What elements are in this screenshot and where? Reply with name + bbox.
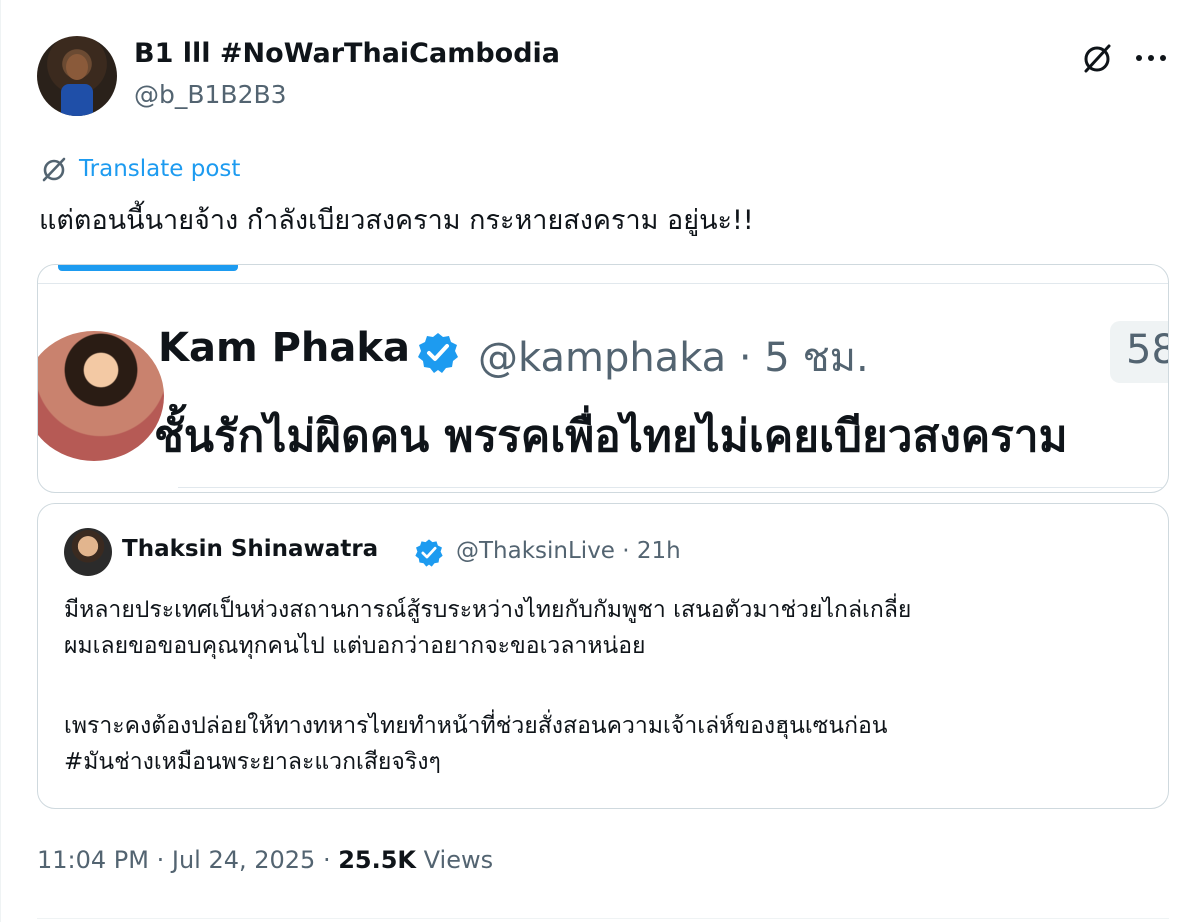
quote-text-line: เพราะคงต้องปล่อยให้ทางทหารไทยทำหน้าที่ช่… [64, 713, 888, 739]
translate-label: Translate post [79, 156, 241, 182]
author-handle[interactable]: @b_B1B2B3 [134, 80, 287, 109]
image-author-name: Kam Phaka [158, 325, 410, 371]
quoted-post[interactable]: Thaksin Shinawatra @ThaksinLive · 21h มี… [37, 503, 1169, 809]
attached-image[interactable]: Kam Phaka @kamphaka · 5 ชม. 58 ชั้นรักไม… [37, 264, 1169, 493]
author-name[interactable]: B1 lll #NoWarThaiCambodia [134, 38, 560, 69]
quote-hashtag[interactable]: #มันช่างเหมือนพระยาละแวกเสียจริงๆ [64, 744, 441, 780]
post-text: แต่ตอนนี้นายจ้าง กำลังเบียวสงคราม กระหาย… [39, 205, 754, 236]
verified-badge-icon [415, 539, 443, 567]
image-bottom-divider [178, 487, 1168, 488]
image-divider [38, 283, 1168, 284]
quote-text-line: ผมเลยขอขอบคุณทุกคนไป แต่บอกว่าอยากจะขอเว… [64, 633, 646, 659]
image-avatar [38, 331, 164, 461]
views-count[interactable]: 25.5K [338, 846, 416, 874]
more-icon[interactable] [1131, 40, 1171, 76]
views-label: Views [416, 846, 494, 874]
post-time[interactable]: 11:04 PM · Jul 24, 2025 · [37, 846, 338, 874]
avatar-shirt [61, 84, 93, 116]
translate-post[interactable]: Translate post [39, 152, 240, 186]
avatar-face [66, 54, 88, 80]
quote-author-name[interactable]: Thaksin Shinawatra [122, 536, 378, 562]
verified-badge-icon [418, 333, 458, 373]
image-count: 58 [1110, 321, 1168, 383]
post-meta: 11:04 PM · Jul 24, 2025 · 25.5K Views [37, 846, 493, 874]
translate-icon [42, 157, 66, 182]
quote-handle-time[interactable]: @ThaksinLive · 21h [456, 538, 681, 564]
image-author-meta: @kamphaka · 5 ชม. [478, 335, 869, 381]
author-avatar[interactable] [37, 36, 117, 116]
grok-icon[interactable] [1079, 40, 1115, 76]
quote-avatar[interactable] [64, 528, 112, 576]
divider [37, 918, 1169, 919]
post: B1 lll #NoWarThaiCambodia @b_B1B2B3 Tran… [0, 0, 1204, 922]
quote-text-line: มีหลายประเทศเป็นห่วงสถานการณ์สู้รบระหว่า… [64, 597, 912, 623]
image-top-bar [58, 265, 238, 271]
image-text: ชั้นรักไม่ผิดคน พรรคเพื่อไทยไม่เคยเบียวส… [154, 411, 1068, 462]
